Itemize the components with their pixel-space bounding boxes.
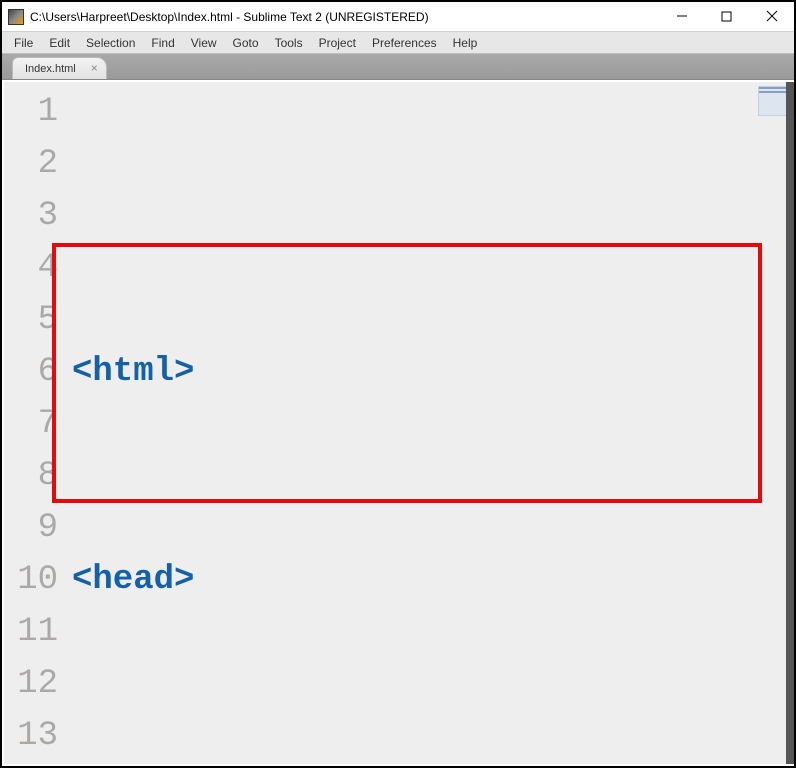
- menu-find[interactable]: Find: [143, 34, 182, 52]
- tab-bar: Index.html ×: [2, 54, 794, 80]
- line-number: 7: [4, 398, 58, 450]
- code-line[interactable]: <title></title>: [72, 762, 792, 768]
- title-bar: C:\Users\Harpreet\Desktop\Index.html - S…: [2, 2, 794, 32]
- line-number: 2: [4, 138, 58, 190]
- app-icon: [8, 9, 24, 25]
- menu-project[interactable]: Project: [311, 34, 364, 52]
- close-icon: [766, 10, 778, 22]
- menu-tools[interactable]: Tools: [267, 34, 311, 52]
- line-number: 5: [4, 294, 58, 346]
- menu-help[interactable]: Help: [445, 34, 486, 52]
- menu-selection[interactable]: Selection: [78, 34, 143, 52]
- maximize-button[interactable]: [704, 2, 749, 30]
- maximize-icon: [721, 11, 732, 22]
- menu-bar: File Edit Selection Find View Goto Tools…: [2, 32, 794, 54]
- line-number: 4: [4, 242, 58, 294]
- minimize-button[interactable]: [659, 2, 704, 30]
- line-number: 8: [4, 450, 58, 502]
- line-number: 6: [4, 346, 58, 398]
- tab-index-html[interactable]: Index.html ×: [12, 57, 107, 79]
- code-line[interactable]: <html>: [72, 346, 792, 398]
- menu-view[interactable]: View: [183, 34, 225, 52]
- line-number: 11: [4, 606, 58, 658]
- line-number: 12: [4, 658, 58, 710]
- code-line[interactable]: <head>: [72, 554, 792, 606]
- close-button[interactable]: [749, 2, 794, 30]
- window-title: C:\Users\Harpreet\Desktop\Index.html - S…: [30, 10, 429, 24]
- line-number: 1: [4, 86, 58, 138]
- minimap[interactable]: [758, 86, 788, 116]
- menu-preferences[interactable]: Preferences: [364, 34, 445, 52]
- line-number-gutter: 1 2 3 4 5 6 7 8 9 10 11 12 13: [4, 82, 72, 764]
- window-controls: [659, 2, 794, 32]
- line-number: 13: [4, 710, 58, 762]
- line-number: 10: [4, 554, 58, 606]
- line-number: 3: [4, 190, 58, 242]
- code-area[interactable]: <html> <head> <title></title> <style typ…: [72, 82, 792, 764]
- vertical-scrollbar[interactable]: [786, 82, 794, 764]
- menu-file[interactable]: File: [6, 34, 41, 52]
- tab-label: Index.html: [25, 63, 76, 75]
- line-number: 9: [4, 502, 58, 554]
- menu-edit[interactable]: Edit: [41, 34, 78, 52]
- menu-goto[interactable]: Goto: [225, 34, 267, 52]
- minimize-icon: [676, 10, 688, 22]
- code-editor[interactable]: 1 2 3 4 5 6 7 8 9 10 11 12 13 <html> <he…: [4, 82, 792, 764]
- tab-close-button[interactable]: ×: [91, 61, 98, 75]
